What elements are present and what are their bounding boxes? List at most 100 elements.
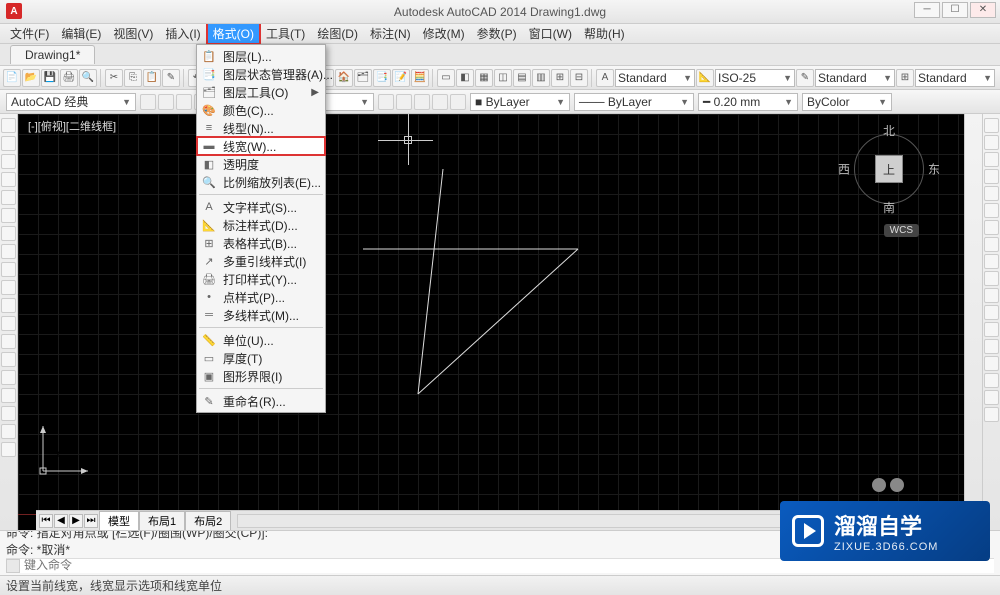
explode-tool[interactable] xyxy=(984,373,999,388)
sheetset-button[interactable]: 📑 xyxy=(373,69,391,87)
spline-tool[interactable] xyxy=(1,226,16,241)
copy-button[interactable]: ⎘ xyxy=(124,69,142,87)
linetype-combo[interactable]: ─── ByLayer▼ xyxy=(574,93,694,111)
new-button[interactable]: 📄 xyxy=(3,69,21,87)
tab-next[interactable]: ▶ xyxy=(69,514,83,528)
layer-tool-icon[interactable] xyxy=(450,94,466,110)
tool-f[interactable]: ▥ xyxy=(532,69,550,87)
join-tool[interactable] xyxy=(984,322,999,337)
circle-tool[interactable] xyxy=(1,154,16,169)
menu-item-图层状态管理器[interactable]: 📑图层状态管理器(A)... xyxy=(197,65,325,83)
palette-button[interactable]: 🗂 xyxy=(354,69,372,87)
menu-item-厚度[interactable]: ▭厚度(T) xyxy=(197,349,325,367)
table-style-icon[interactable]: ⊞ xyxy=(896,69,914,87)
menu-item-图形界限[interactable]: ▣图形界限(I) xyxy=(197,367,325,385)
menu-文件[interactable]: 文件(F) xyxy=(4,23,55,44)
model-tab[interactable]: 模型 xyxy=(99,511,139,530)
match-button[interactable]: ✎ xyxy=(162,69,180,87)
layer-tool-icon[interactable] xyxy=(432,94,448,110)
ellipse-tool[interactable] xyxy=(1,208,16,223)
break-tool[interactable] xyxy=(984,305,999,320)
tool-14[interactable] xyxy=(1,352,16,367)
minimize-button[interactable]: ─ xyxy=(914,2,940,18)
region-tool[interactable] xyxy=(1,334,16,349)
table-tool[interactable] xyxy=(1,316,16,331)
tool-18[interactable] xyxy=(1,424,16,439)
extend-tool[interactable] xyxy=(984,288,999,303)
menu-工具[interactable]: 工具(T) xyxy=(260,23,311,44)
menu-item-表格样式[interactable]: ⊞表格样式(B)... xyxy=(197,234,325,252)
tool-16[interactable] xyxy=(1,388,16,403)
offset-tool[interactable] xyxy=(984,169,999,184)
layer-icon[interactable] xyxy=(140,94,156,110)
mod-17[interactable] xyxy=(984,390,999,405)
command-input[interactable] xyxy=(24,559,994,573)
menu-参数[interactable]: 参数(P) xyxy=(471,23,523,44)
plotstyle-combo[interactable]: ByColor▼ xyxy=(802,93,892,111)
tool-b[interactable]: ◧ xyxy=(456,69,474,87)
menu-item-单位[interactable]: 📏单位(U)... xyxy=(197,331,325,349)
save-button[interactable]: 💾 xyxy=(41,69,59,87)
stretch-tool[interactable] xyxy=(984,254,999,269)
move-tool[interactable] xyxy=(984,203,999,218)
mod-18[interactable] xyxy=(984,407,999,422)
mirror-tool[interactable] xyxy=(984,152,999,167)
menu-item-点样式[interactable]: •点样式(P)... xyxy=(197,288,325,306)
array-tool[interactable] xyxy=(984,186,999,201)
color-combo[interactable]: ■ ByLayer▼ xyxy=(470,93,570,111)
menu-item-多线样式[interactable]: ═多线样式(M)... xyxy=(197,306,325,324)
vertical-scrollbar[interactable] xyxy=(964,114,982,530)
nav-bubble[interactable] xyxy=(872,478,886,492)
text-combo-icon[interactable]: ✎ xyxy=(796,69,814,87)
menu-视图[interactable]: 视图(V) xyxy=(107,23,159,44)
tool-h[interactable]: ⊟ xyxy=(570,69,588,87)
tab-last[interactable]: ⏭ xyxy=(84,514,98,528)
layout2-tab[interactable]: 布局2 xyxy=(185,511,231,530)
menu-格式[interactable]: 格式(O) xyxy=(207,23,260,44)
rotate-tool[interactable] xyxy=(984,220,999,235)
print-button[interactable]: 🖨 xyxy=(60,69,78,87)
rect-tool[interactable] xyxy=(1,190,16,205)
layout1-tab[interactable]: 布局1 xyxy=(139,511,185,530)
paste-button[interactable]: 📋 xyxy=(143,69,161,87)
maximize-button[interactable]: ☐ xyxy=(942,2,968,18)
layer-tool-icon[interactable] xyxy=(396,94,412,110)
document-tab[interactable]: Drawing1* xyxy=(10,45,95,64)
viewport-label[interactable]: [-][俯视][二维线框] xyxy=(28,118,116,134)
menu-item-线宽[interactable]: ▬线宽(W)... xyxy=(197,137,325,155)
layer-icon[interactable] xyxy=(176,94,192,110)
workspace-combo[interactable]: AutoCAD 经典▼ xyxy=(6,93,136,111)
calc-button[interactable]: 🧮 xyxy=(411,69,429,87)
menu-插入[interactable]: 插入(I) xyxy=(159,23,206,44)
menu-item-图层[interactable]: 📋图层(L)... xyxy=(197,47,325,65)
view-cube-top[interactable]: 上 xyxy=(875,155,903,183)
copy-tool[interactable] xyxy=(984,135,999,150)
dim-style-icon[interactable]: 📐 xyxy=(696,69,714,87)
open-button[interactable]: 📂 xyxy=(22,69,40,87)
layer-tool-icon[interactable] xyxy=(414,94,430,110)
text-tool[interactable] xyxy=(1,280,16,295)
markup-button[interactable]: 📝 xyxy=(392,69,410,87)
block-tool[interactable] xyxy=(1,298,16,313)
menu-item-比例缩放列表[interactable]: 🔍比例缩放列表(E)... xyxy=(197,173,325,191)
menu-item-透明度[interactable]: ◧透明度 xyxy=(197,155,325,173)
menu-item-线型[interactable]: ≡线型(N)... xyxy=(197,119,325,137)
pline-tool[interactable] xyxy=(1,136,16,151)
menu-窗口[interactable]: 窗口(W) xyxy=(523,23,578,44)
menu-item-颜色[interactable]: 🎨颜色(C)... xyxy=(197,101,325,119)
cut-button[interactable]: ✂ xyxy=(105,69,123,87)
table-style-combo[interactable]: Standard▼ xyxy=(915,69,995,87)
erase-tool[interactable] xyxy=(984,118,999,133)
tool-c[interactable]: ▦ xyxy=(475,69,493,87)
menu-item-标注样式[interactable]: 📐标注样式(D)... xyxy=(197,216,325,234)
hatch-tool[interactable] xyxy=(1,244,16,259)
wcs-badge[interactable]: WCS xyxy=(884,224,919,237)
menu-item-打印样式[interactable]: 🖨打印样式(Y)... xyxy=(197,270,325,288)
dim-style-combo[interactable]: ISO-25▼ xyxy=(715,69,795,87)
tool-d[interactable]: ◫ xyxy=(494,69,512,87)
trim-tool[interactable] xyxy=(984,271,999,286)
menu-编辑[interactable]: 编辑(E) xyxy=(55,23,107,44)
point-tool[interactable] xyxy=(1,262,16,277)
nav-bubble[interactable] xyxy=(890,478,904,492)
line-tool[interactable] xyxy=(1,118,16,133)
